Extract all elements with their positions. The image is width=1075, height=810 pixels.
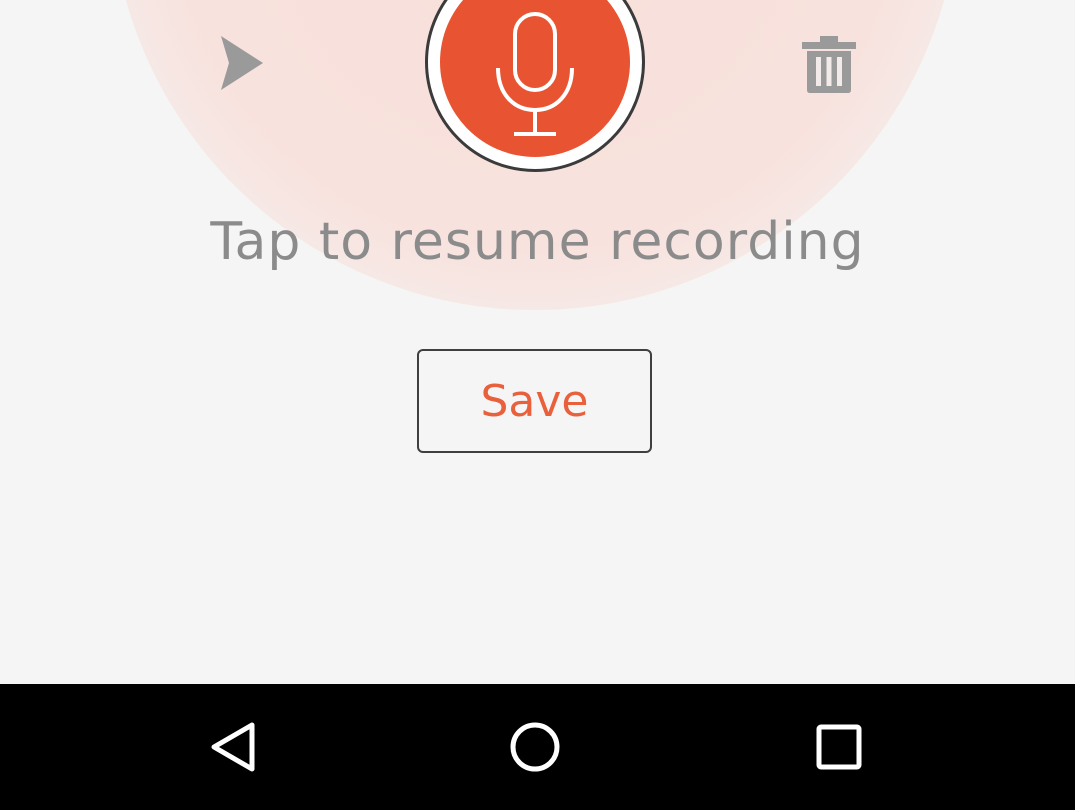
- home-circle-icon: [510, 722, 560, 772]
- recorder-screen: Tap to resume recording Save: [0, 0, 1075, 684]
- nav-back-button[interactable]: [203, 717, 263, 777]
- nav-recents-button[interactable]: [809, 717, 869, 777]
- resume-recording-prompt: Tap to resume recording: [210, 212, 865, 272]
- record-button-fill: [440, 0, 630, 157]
- recents-square-icon: [816, 724, 862, 770]
- play-button[interactable]: [210, 28, 274, 98]
- back-triangle-icon: [211, 722, 255, 772]
- screen: Tap to resume recording Save: [0, 0, 1075, 810]
- system-navigation-bar: [0, 684, 1075, 810]
- delete-button[interactable]: [796, 30, 862, 98]
- save-button[interactable]: Save: [417, 349, 652, 453]
- nav-home-button[interactable]: [505, 717, 565, 777]
- microphone-icon: [496, 12, 574, 136]
- trash-icon: [802, 36, 856, 93]
- play-icon: [221, 36, 263, 90]
